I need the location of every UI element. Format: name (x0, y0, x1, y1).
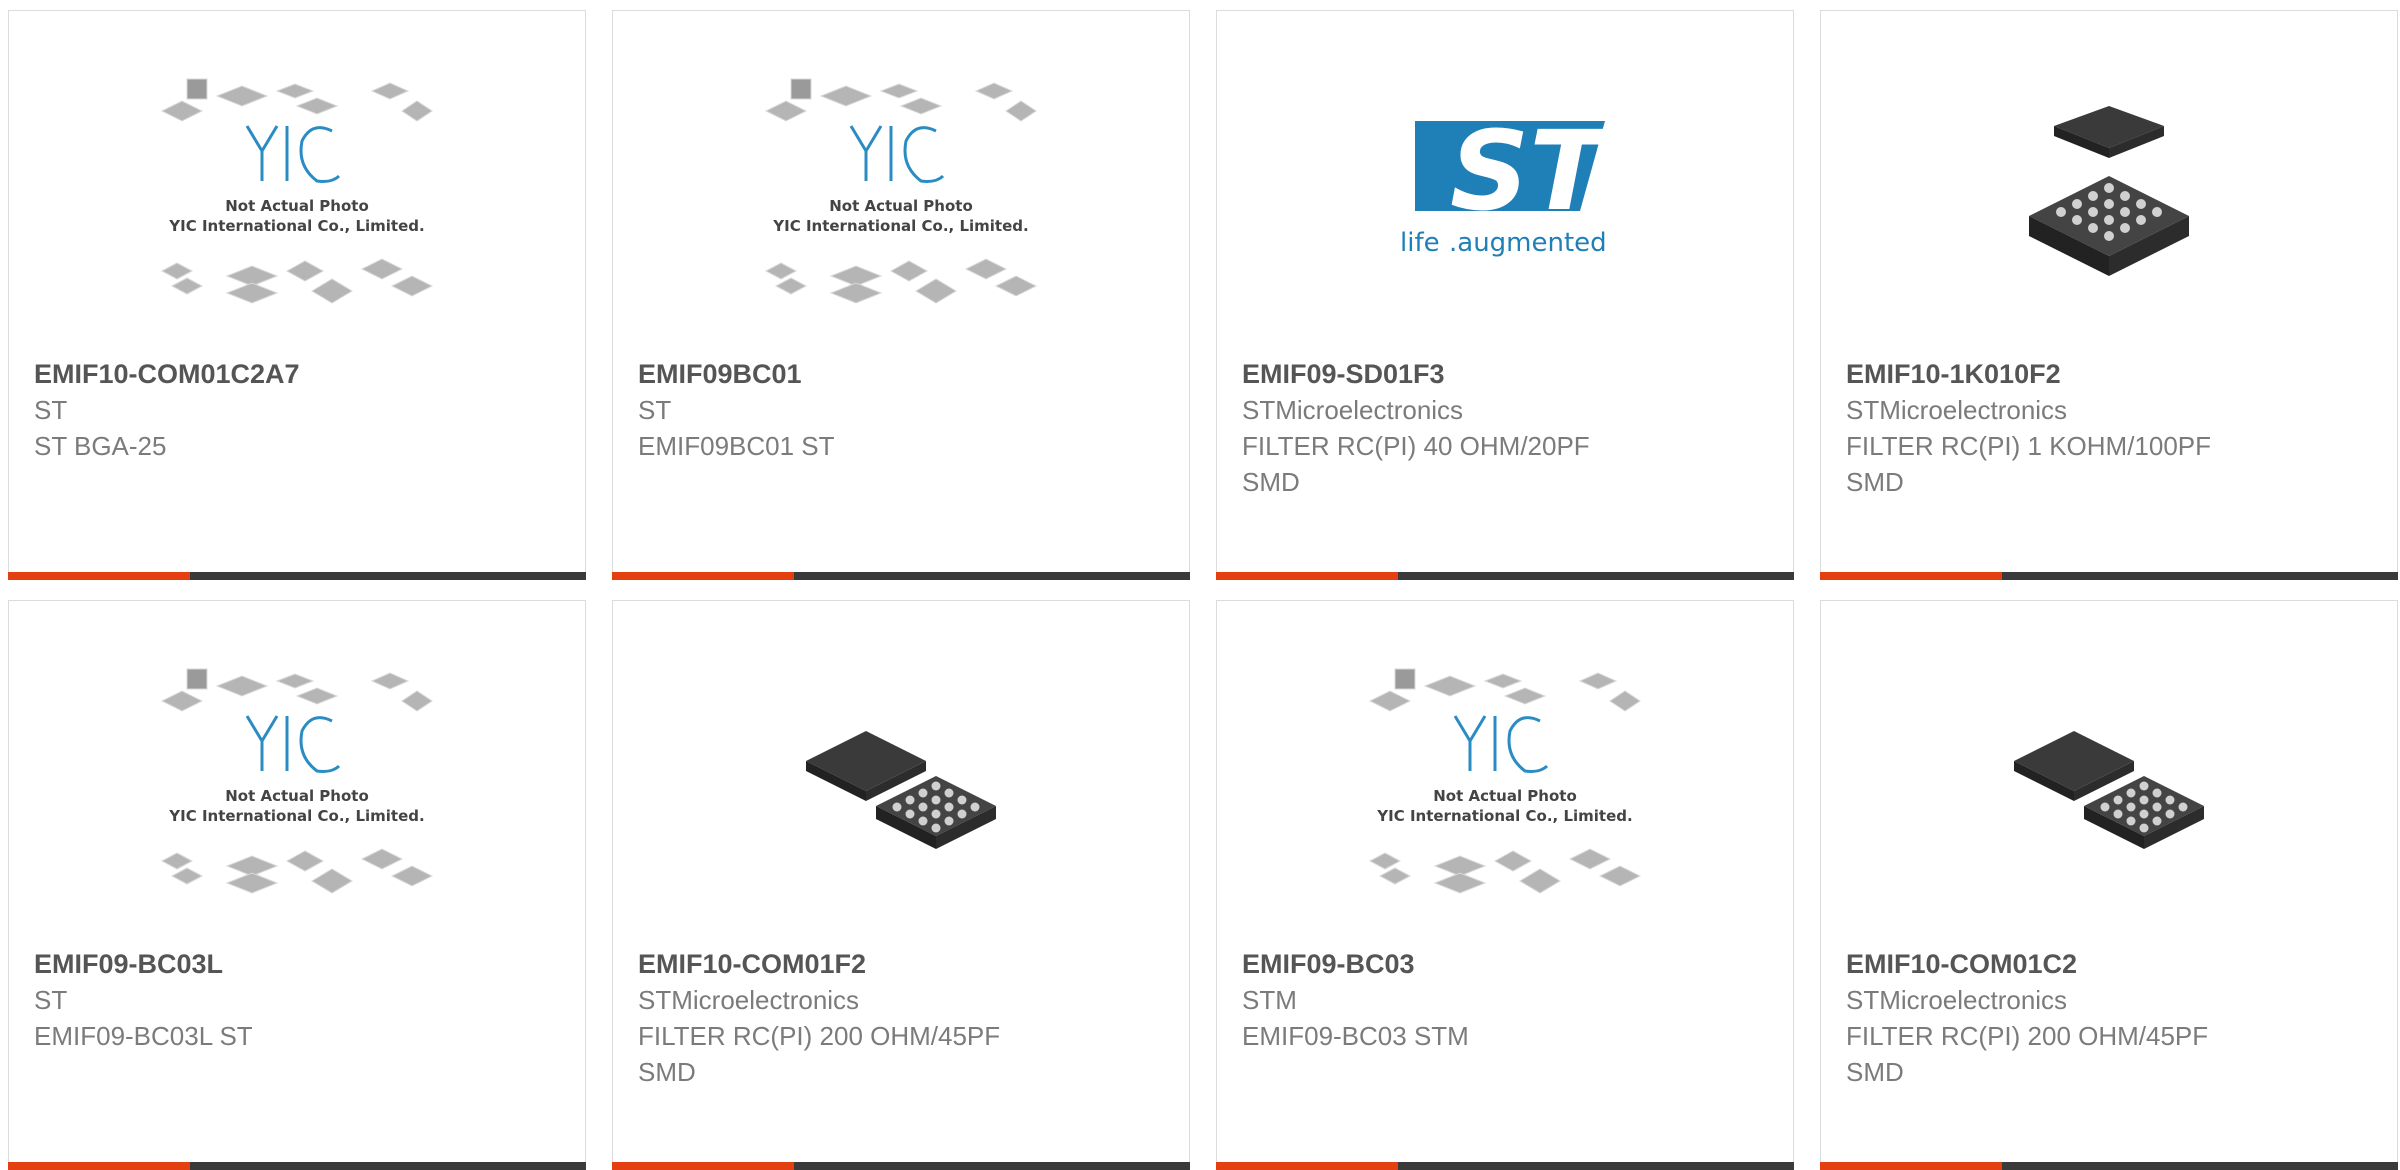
yic-placeholder-image: Not Actual Photo YIC International Co., … (1368, 668, 1642, 894)
product-image[interactable]: ST life .augmented (1217, 51, 1793, 351)
placeholder-caption-2: YIC International Co., Limited. (1376, 807, 1632, 825)
manufacturer: STMicroelectronics (1242, 395, 1464, 425)
part-number[interactable]: EMIF09-BC03L (34, 946, 565, 982)
card-footer-bar (8, 1162, 586, 1170)
product-image[interactable]: Not Actual Photo YIC International Co., … (613, 51, 1189, 351)
bga-chip-image (806, 731, 996, 849)
part-number[interactable]: EMIF10-1K010F2 (1846, 356, 2377, 392)
description: FILTER RC(PI) 200 OHM/45PF (638, 1021, 1001, 1051)
manufacturer: STMicroelectronics (1846, 395, 2068, 425)
part-number[interactable]: EMIF10-COM01C2 (1846, 946, 2377, 982)
description: EMIF09BC01 ST (638, 431, 835, 461)
description: FILTER RC(PI) 1 KOHM/100PF (1846, 431, 2212, 461)
description: EMIF09-BC03L ST (34, 1021, 253, 1051)
description: EMIF09-BC03 STM (1242, 1021, 1469, 1051)
card-footer-accent (8, 572, 190, 580)
card-footer-accent (612, 1162, 794, 1170)
manufacturer: ST (638, 395, 672, 425)
manufacturer: STM (1242, 985, 1297, 1015)
st-tagline-b: .augmented (1449, 228, 1607, 258)
product-image[interactable]: Not Actual Photo YIC International Co., … (1217, 641, 1793, 941)
product-image[interactable] (613, 641, 1189, 941)
placeholder-caption-2: YIC International Co., Limited. (168, 807, 424, 825)
st-tagline-a: life (1400, 228, 1440, 258)
manufacturer: ST (34, 985, 68, 1015)
part-number[interactable]: EMIF09-SD01F3 (1242, 356, 1773, 392)
product-card[interactable]: EMIF10-1K010F2 STMicroelectronics FILTER… (1820, 10, 2398, 580)
card-footer-bar (1216, 1162, 1794, 1170)
description: ST BGA-25 (34, 431, 167, 461)
svg-text:ST: ST (1450, 107, 1612, 235)
description-line-2: SMD (638, 1057, 696, 1087)
placeholder-caption-1: Not Actual Photo (225, 787, 369, 805)
card-footer-bar (1216, 572, 1794, 580)
card-footer-bar (612, 572, 1190, 580)
card-footer-bar (1820, 1162, 2398, 1170)
description: FILTER RC(PI) 200 OHM/45PF (1846, 1021, 2209, 1051)
manufacturer: ST (34, 395, 68, 425)
product-card[interactable]: EMIF10-COM01C2 STMicroelectronics FILTER… (1820, 600, 2398, 1170)
card-footer-accent (612, 572, 794, 580)
yic-placeholder-image: Not Actual Photo YIC International Co., … (764, 78, 1038, 304)
part-number[interactable]: EMIF09BC01 (638, 356, 1169, 392)
product-image[interactable] (1821, 51, 2397, 351)
bga-chip-image (2014, 731, 2204, 849)
product-card[interactable]: Not Actual Photo YIC International Co., … (612, 10, 1190, 580)
manufacturer: STMicroelectronics (1846, 985, 2068, 1015)
card-footer-bar (8, 572, 586, 580)
placeholder-caption-1: Not Actual Photo (829, 197, 973, 215)
part-number[interactable]: EMIF09-BC03 (1242, 946, 1773, 982)
card-footer-accent (8, 1162, 190, 1170)
card-footer-accent (1216, 572, 1398, 580)
part-number[interactable]: EMIF10-COM01F2 (638, 946, 1169, 982)
placeholder-caption-1: Not Actual Photo (1433, 787, 1577, 805)
placeholder-caption-1: Not Actual Photo (225, 197, 369, 215)
product-card[interactable]: Not Actual Photo YIC International Co., … (8, 10, 586, 580)
description-line-2: SMD (1846, 1057, 1904, 1087)
bga-chip-image (2029, 106, 2189, 276)
product-image[interactable]: Not Actual Photo YIC International Co., … (9, 51, 585, 351)
card-footer-accent (1820, 572, 2002, 580)
placeholder-caption-2: YIC International Co., Limited. (168, 217, 424, 235)
product-image[interactable]: Not Actual Photo YIC International Co., … (9, 641, 585, 941)
st-logo-image: ST life .augmented (1400, 107, 1612, 258)
card-footer-bar (1820, 572, 2398, 580)
product-image[interactable] (1821, 641, 2397, 941)
yic-placeholder-image: Not Actual Photo YIC International Co., … (160, 78, 434, 304)
card-footer-bar (612, 1162, 1190, 1170)
product-card[interactable]: Not Actual Photo YIC International Co., … (8, 600, 586, 1170)
manufacturer: STMicroelectronics (638, 985, 860, 1015)
card-footer-accent (1216, 1162, 1398, 1170)
description-line-2: SMD (1242, 467, 1300, 497)
part-number[interactable]: EMIF10-COM01C2A7 (34, 356, 565, 392)
product-card[interactable]: Not Actual Photo YIC International Co., … (1216, 600, 1794, 1170)
product-grid: Not Actual Photo YIC International Co., … (0, 0, 2400, 1170)
yic-placeholder-image: Not Actual Photo YIC International Co., … (160, 668, 434, 894)
product-card[interactable]: ST life .augmented EMIF09-SD01F3 STMicro… (1216, 10, 1794, 580)
product-card[interactable]: EMIF10-COM01F2 STMicroelectronics FILTER… (612, 600, 1190, 1170)
description: FILTER RC(PI) 40 OHM/20PF (1242, 431, 1590, 461)
description-line-2: SMD (1846, 467, 1904, 497)
placeholder-caption-2: YIC International Co., Limited. (772, 217, 1028, 235)
card-footer-accent (1820, 1162, 2002, 1170)
